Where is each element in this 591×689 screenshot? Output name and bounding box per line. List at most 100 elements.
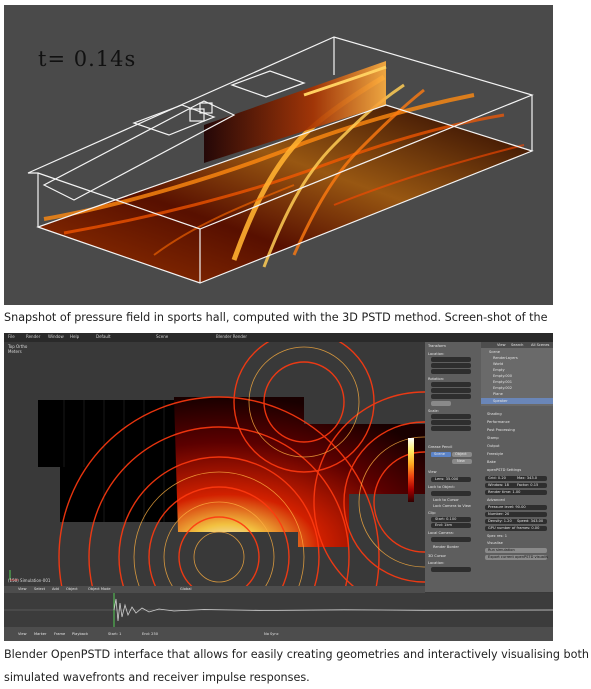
view-header[interactable]: View — [428, 470, 437, 474]
new-button-label: New — [457, 459, 465, 463]
outliner-item[interactable]: Empty — [493, 368, 505, 372]
run-simulation-label: Run simulation — [488, 548, 515, 552]
sync-select[interactable]: No Sync — [264, 632, 279, 636]
location-z-field[interactable] — [431, 369, 471, 374]
cursor-x-field[interactable] — [431, 567, 471, 572]
section-shading[interactable]: Shading — [487, 412, 502, 416]
timeline-view-menu[interactable]: View — [18, 632, 27, 636]
rotation-mode-select[interactable] — [431, 401, 451, 406]
cursor-location-label: Location: — [428, 561, 445, 565]
3d-cursor-header[interactable]: 3D Cursor — [428, 554, 446, 558]
lock-object-field[interactable] — [431, 491, 471, 496]
outliner-item[interactable]: Scene — [489, 350, 500, 354]
window-field[interactable]: Window: 18 Factor: 0.15 — [485, 483, 547, 488]
new-button[interactable]: New — [452, 459, 472, 464]
local-camera-label: Local Camera: — [428, 531, 454, 535]
section-performance[interactable]: Performance — [487, 420, 510, 424]
start-frame-field[interactable]: Start: 1 — [108, 632, 121, 636]
number-field[interactable]: Number: 20 — [485, 512, 547, 517]
export-visualisation-button[interactable]: Export current openPSTD visualis — [485, 555, 548, 560]
section-freestyle[interactable]: Freestyle — [487, 452, 503, 456]
section-output[interactable]: Output — [487, 444, 499, 448]
header-view-menu[interactable]: View — [18, 587, 27, 591]
outliner-item[interactable]: World — [493, 362, 503, 366]
section-openpstd[interactable]: openPSTD Settings — [487, 468, 521, 472]
run-simulation-button[interactable]: Run simulation — [485, 548, 547, 553]
location-x-field[interactable] — [431, 357, 471, 362]
scale-x-field[interactable] — [431, 414, 471, 419]
render-time-field[interactable]: Render time: 1.00 — [485, 490, 547, 495]
header-add-menu[interactable]: Add — [52, 587, 59, 591]
outliner-item[interactable]: Empty.001 — [493, 380, 512, 384]
grid-field[interactable]: Grid: 0.20 Max: 343.0 — [485, 476, 547, 481]
timeline-playback-menu[interactable]: Playback — [72, 632, 88, 636]
scene-select[interactable]: Scene — [156, 334, 168, 339]
timeline-controls: View Marker Frame Playback Start: 1 End:… — [4, 627, 553, 641]
spec-res-field[interactable]: Spec res: 1 — [487, 534, 507, 538]
impulse-response-timeline[interactable] — [4, 593, 553, 627]
viewport-header: View Select Add Object Object Mode Globa… — [4, 586, 425, 593]
section-post-processing[interactable]: Post Processing — [487, 428, 515, 432]
scene-tab[interactable]: Scene — [431, 452, 451, 457]
outliner-item[interactable]: Empty.000 — [493, 374, 512, 378]
rotation-y-field[interactable] — [431, 388, 471, 393]
scale-label: Scale: — [428, 409, 439, 413]
menu-window[interactable]: Window — [48, 334, 64, 339]
scene-tab-label: Scene — [434, 452, 445, 456]
local-camera-field[interactable] — [431, 537, 471, 542]
section-stamp[interactable]: Stamp — [487, 436, 499, 440]
menu-file[interactable]: File — [8, 334, 15, 339]
timeline-frame-menu[interactable]: Frame — [54, 632, 65, 636]
outliner-scenes-select[interactable]: All Scenes — [531, 343, 549, 347]
outliner-item[interactable]: Plane — [493, 392, 503, 396]
menu-render[interactable]: Render — [26, 334, 40, 339]
header-select-menu[interactable]: Select — [34, 587, 45, 591]
rotation-x-field[interactable] — [431, 382, 471, 387]
3d-viewport[interactable]: Top Ortho Meters (150) Simulation-001 — [4, 342, 425, 592]
mode-select[interactable]: Object Mode — [88, 587, 111, 591]
gpu-frames-label: GPU number of frames: 0.00 — [488, 526, 540, 530]
grease-pencil-header[interactable]: Grease Pencil — [428, 445, 452, 449]
object-label: (150) Simulation-001 — [8, 578, 51, 583]
density-field[interactable]: Density: 1.20 Speed: 343.00 — [485, 519, 547, 524]
outliner-selected-row[interactable]: Speaker — [481, 398, 553, 404]
object-tab[interactable]: Object — [452, 452, 472, 457]
outliner: View Search All Scenes Scene RenderLayer… — [481, 342, 553, 406]
render-engine-select[interactable]: Blender Render — [216, 334, 247, 339]
outliner-item: Speaker — [493, 399, 508, 403]
outliner-view-menu[interactable]: View — [497, 343, 506, 347]
clip-start-field[interactable]: Start: 0.100 — [431, 517, 471, 522]
rotation-z-field[interactable] — [431, 394, 471, 399]
outliner-item[interactable]: RenderLayers — [493, 356, 518, 360]
visualise-checkbox[interactable]: Visualise — [487, 541, 503, 545]
location-y-field[interactable] — [431, 363, 471, 368]
scale-y-field[interactable] — [431, 420, 471, 425]
density-label: Density: 1.20 — [488, 519, 512, 523]
lens-label: Lens: 35.000 — [435, 477, 459, 481]
menu-help[interactable]: Help — [70, 334, 79, 339]
grid-label: Grid: 0.20 — [488, 476, 506, 480]
timeline-marker-menu[interactable]: Marker — [34, 632, 46, 636]
pressure-field-snapshot: t= 0.14s — [4, 5, 553, 305]
render-time-label: Render time: 1.00 — [488, 490, 521, 494]
clip-end-field[interactable]: End: 1km — [431, 523, 471, 528]
render-border-checkbox[interactable]: Render Border — [433, 545, 459, 549]
advanced-toggle[interactable]: Advanced — [487, 498, 505, 502]
lock-cursor-checkbox[interactable]: Lock to Cursor — [433, 498, 459, 502]
lock-object-label: Lock to Object: — [428, 485, 456, 489]
gpu-frames-field[interactable]: GPU number of frames: 0.00 — [485, 526, 547, 531]
lens-field[interactable]: Lens: 35.000 — [431, 477, 471, 482]
header-object-menu[interactable]: Object — [66, 587, 78, 591]
layout-select[interactable]: Default — [96, 334, 111, 339]
colorbar — [408, 438, 414, 502]
outliner-search-menu[interactable]: Search — [511, 343, 523, 347]
lock-camera-checkbox[interactable]: Lock Camera to View — [433, 504, 471, 508]
orientation-select[interactable]: Global — [180, 587, 191, 591]
outliner-item[interactable]: Empty.002 — [493, 386, 512, 390]
clip-start-label: Start: 0.100 — [435, 517, 457, 521]
end-frame-field[interactable]: End: 250 — [142, 632, 158, 636]
scale-z-field[interactable] — [431, 426, 471, 431]
pressure-level-field[interactable]: Pressure level: 90.00 — [485, 505, 547, 510]
section-bake[interactable]: Bake — [487, 460, 496, 464]
clip-label: Clip: — [428, 511, 436, 515]
